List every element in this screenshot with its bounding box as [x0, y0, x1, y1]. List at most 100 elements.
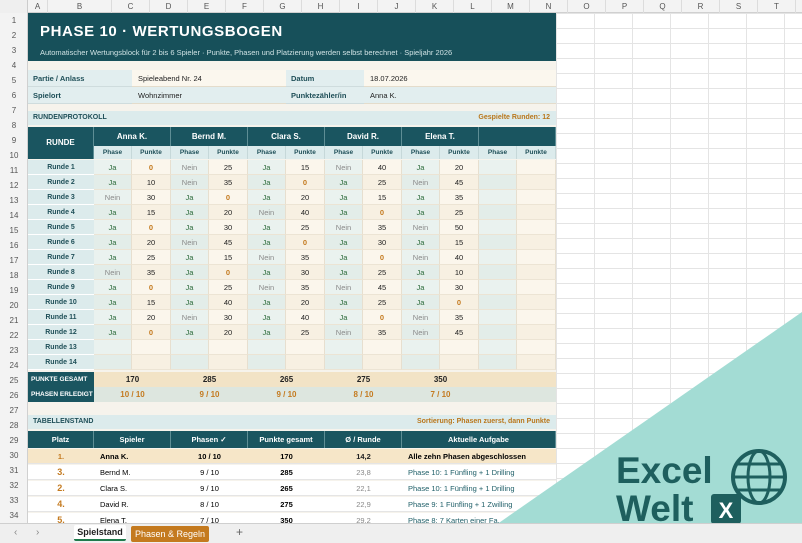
points-cell[interactable]: 20	[209, 205, 248, 220]
phase-cell[interactable]: Ja	[402, 280, 440, 295]
column-header-j[interactable]: J	[378, 0, 416, 13]
points-cell[interactable]: 0	[440, 295, 479, 310]
points-cell[interactable]	[440, 355, 479, 370]
points-cell[interactable]: 40	[363, 160, 402, 175]
sheet-area[interactable]: PHASE 10 · WERTUNGSBOGEN Automatischer W…	[28, 13, 802, 523]
phase-cell[interactable]: Nein	[248, 280, 286, 295]
phase-cell[interactable]	[479, 340, 517, 355]
column-header-c[interactable]: C	[112, 0, 150, 13]
next-sheet-icon[interactable]: ›	[36, 527, 39, 538]
phase-cell[interactable]: Nein	[248, 205, 286, 220]
points-cell[interactable]: 10	[132, 175, 171, 190]
points-cell[interactable]: 20	[209, 325, 248, 340]
points-cell[interactable]: 35	[286, 280, 325, 295]
phase-cell[interactable]: Ja	[325, 235, 363, 250]
phase-cell[interactable]: Nein	[325, 160, 363, 175]
row-header-15[interactable]: 15	[0, 223, 28, 238]
points-cell[interactable]: 45	[209, 235, 248, 250]
points-cell[interactable]: 25	[209, 160, 248, 175]
points-cell[interactable]: 15	[132, 295, 171, 310]
phase-cell[interactable]: Ja	[94, 295, 132, 310]
row-header-27[interactable]: 27	[0, 403, 28, 418]
points-cell[interactable]	[517, 175, 556, 190]
points-cell[interactable]: 35	[286, 250, 325, 265]
phase-cell[interactable]: Ja	[171, 220, 209, 235]
points-cell[interactable]: 30	[363, 235, 402, 250]
phase-cell[interactable]: Ja	[325, 205, 363, 220]
points-cell[interactable]: 40	[286, 310, 325, 325]
points-cell[interactable]: 25	[132, 250, 171, 265]
row-header-24[interactable]: 24	[0, 358, 28, 373]
phase-cell[interactable]	[479, 205, 517, 220]
standings-row[interactable]: 4. David R. 8 / 10 275 22,9 Phase 9: 1 Fünfli…	[28, 497, 556, 512]
row-header-20[interactable]: 20	[0, 298, 28, 313]
row-header-9[interactable]: 9	[0, 133, 28, 148]
points-cell[interactable]: 35	[363, 325, 402, 340]
phase-cell[interactable]: Nein	[171, 310, 209, 325]
phase-cell[interactable]	[479, 250, 517, 265]
points-cell[interactable]: 30	[132, 190, 171, 205]
points-cell[interactable]	[517, 295, 556, 310]
phase-cell[interactable]: Nein	[171, 235, 209, 250]
points-cell[interactable]: 20	[132, 310, 171, 325]
row-header-3[interactable]: 3	[0, 43, 28, 58]
row-header-10[interactable]: 10	[0, 148, 28, 163]
phase-cell[interactable]	[479, 175, 517, 190]
column-header-f[interactable]: F	[226, 0, 264, 13]
phase-cell[interactable]: Ja	[94, 235, 132, 250]
phase-cell[interactable]: Nein	[171, 160, 209, 175]
phase-cell[interactable]: Ja	[325, 310, 363, 325]
row-header-31[interactable]: 31	[0, 463, 28, 478]
tab-phasen-regeln[interactable]: Phasen & Regeln	[131, 526, 209, 542]
points-cell[interactable]: 15	[440, 235, 479, 250]
phase-cell[interactable]: Ja	[171, 250, 209, 265]
phase-cell[interactable]: Ja	[248, 325, 286, 340]
points-cell[interactable]	[517, 340, 556, 355]
prev-sheet-icon[interactable]: ‹	[14, 527, 17, 538]
column-header-p[interactable]: P	[606, 0, 644, 13]
phase-cell[interactable]	[94, 355, 132, 370]
points-cell[interactable]: 35	[440, 310, 479, 325]
phase-cell[interactable]: Ja	[94, 325, 132, 340]
select-all-corner[interactable]	[0, 0, 28, 13]
phase-cell[interactable]	[402, 340, 440, 355]
phase-cell[interactable]	[479, 190, 517, 205]
points-cell[interactable]: 0	[363, 205, 402, 220]
points-cell[interactable]	[363, 355, 402, 370]
points-cell[interactable]	[517, 160, 556, 175]
points-cell[interactable]: 0	[132, 325, 171, 340]
row-header-11[interactable]: 11	[0, 163, 28, 178]
row-header-26[interactable]: 26	[0, 388, 28, 403]
points-cell[interactable]	[440, 340, 479, 355]
phase-cell[interactable]: Ja	[94, 310, 132, 325]
standings-row[interactable]: 5. Elena T. 7 / 10 350 29,2 Phase 8: 7 Karten…	[28, 513, 556, 523]
phase-cell[interactable]: Nein	[402, 220, 440, 235]
column-header-q[interactable]: Q	[644, 0, 682, 13]
column-header-i[interactable]: I	[340, 0, 378, 13]
row-header-5[interactable]: 5	[0, 73, 28, 88]
row-header-14[interactable]: 14	[0, 208, 28, 223]
points-cell[interactable]: 45	[440, 325, 479, 340]
phase-cell[interactable]: Ja	[94, 160, 132, 175]
phase-cell[interactable]	[325, 355, 363, 370]
phase-cell[interactable]: Ja	[94, 220, 132, 235]
phase-cell[interactable]	[402, 355, 440, 370]
column-header-o[interactable]: O	[568, 0, 606, 13]
phase-cell[interactable]: Ja	[171, 190, 209, 205]
tab-spielstand[interactable]: Spielstand	[74, 525, 126, 541]
points-cell[interactable]	[132, 340, 171, 355]
points-cell[interactable]: 35	[132, 265, 171, 280]
row-header-33[interactable]: 33	[0, 493, 28, 508]
row-header-4[interactable]: 4	[0, 58, 28, 73]
phase-cell[interactable]: Nein	[171, 175, 209, 190]
phase-cell[interactable]	[248, 340, 286, 355]
phase-cell[interactable]	[479, 310, 517, 325]
row-header-1[interactable]: 1	[0, 13, 28, 28]
phase-cell[interactable]: Nein	[402, 325, 440, 340]
points-cell[interactable]: 35	[440, 190, 479, 205]
phase-cell[interactable]: Ja	[248, 265, 286, 280]
row-header-28[interactable]: 28	[0, 418, 28, 433]
points-cell[interactable]	[286, 355, 325, 370]
points-cell[interactable]	[517, 355, 556, 370]
phase-cell[interactable]	[479, 355, 517, 370]
